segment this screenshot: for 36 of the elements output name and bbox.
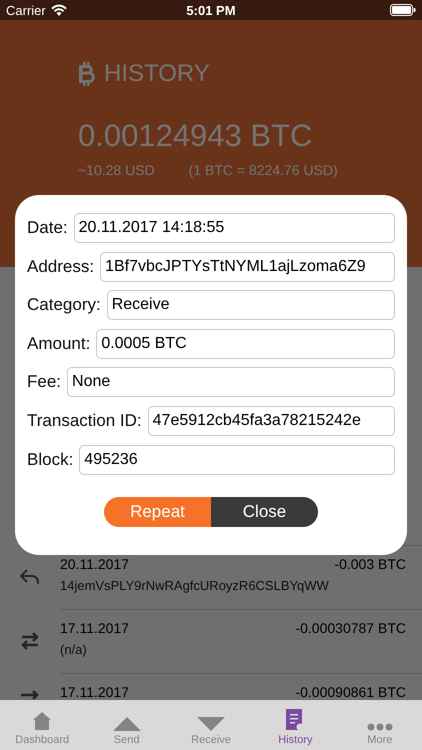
fiat-value: ~10.28 USD [78, 162, 155, 178]
tab[interactable]: History [253, 700, 338, 750]
transaction-address: 14jemVsPLY9rNwRAgfcURoyzR6CSLBYqWW [60, 578, 330, 593]
field-label: Amount: [27, 334, 90, 354]
transaction-amount: -0.00090861 BTC [295, 684, 406, 700]
carrier-label: Carrier [6, 2, 46, 18]
input-field[interactable]: None [67, 367, 395, 398]
field-label: Block: [27, 450, 74, 470]
input-field[interactable]: 20.11.2017 14:18:55 [74, 213, 395, 243]
transaction-amount: -0.003 BTC [334, 556, 406, 572]
field-label: Date: [27, 218, 68, 238]
tab[interactable]: Send [84, 700, 169, 750]
tab[interactable]: Receive [168, 700, 254, 750]
clock: 5:01 PM [186, 2, 236, 18]
input-field[interactable]: 495236 [79, 444, 395, 475]
transaction-date: 17.11.2017 [60, 620, 130, 636]
balance-amount: 0.00124943 BTC [78, 118, 314, 154]
exchange-rate: (1 BTC = 8224.76 USD) [188, 162, 338, 178]
field-label: Fee: [27, 372, 62, 392]
transaction-date: 20.11.2017 [60, 556, 130, 572]
page-title: HISTORY [104, 60, 210, 88]
field-label: Address: [27, 256, 94, 277]
field-label: Category: [27, 295, 101, 316]
transaction-date: 17.11.2017 [60, 684, 130, 700]
transaction-amount: -0.00030787 BTC [295, 620, 406, 636]
tab[interactable]: Dashboard [0, 700, 84, 750]
repeat-button[interactable]: Repeat [104, 496, 211, 527]
tab[interactable]: More [338, 700, 422, 750]
input-field[interactable]: 47e5912cb45fa3a78215242e [148, 406, 395, 436]
input-field[interactable]: 1Bf7vbcJPTYsTtNYML1ajLzoma6Z9 [100, 252, 395, 282]
input-field[interactable]: Receive [106, 290, 395, 320]
transaction-address: (n/a) [60, 642, 88, 657]
field-label: Transaction ID: [27, 410, 142, 431]
input-field[interactable]: 0.0005 BTC [96, 328, 395, 359]
close-button[interactable]: Close [211, 496, 318, 527]
transaction-row[interactable]: 17.11.2017 -0.00030787 BTC (n/a) [0, 609, 422, 673]
